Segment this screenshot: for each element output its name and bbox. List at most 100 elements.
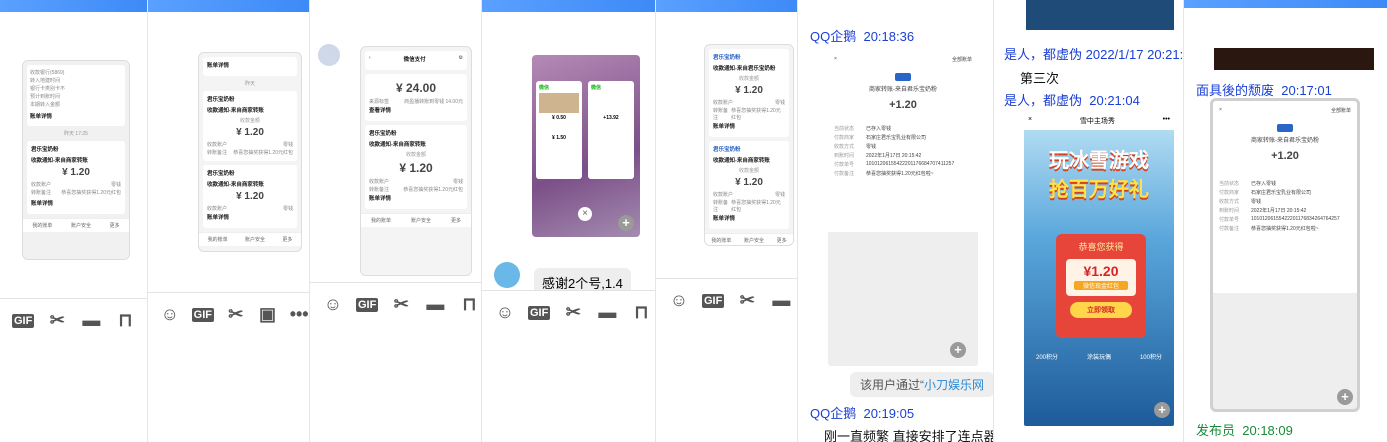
system-notice: 该用户通过“小刀娱乐网 xyxy=(850,372,993,397)
app-card-b[interactable]: 微信 +13.92 xyxy=(588,81,634,179)
nav-account-security[interactable]: 账户安全 xyxy=(245,236,265,243)
nav-my-bills[interactable]: 我的账单 xyxy=(711,237,731,244)
nav-account-security[interactable]: 账户安全 xyxy=(411,217,431,224)
app-header: ‹ 微信支付 ⚙ xyxy=(365,51,467,70)
nav-account-security[interactable]: 账户安全 xyxy=(71,222,91,229)
zoom-icon[interactable]: + xyxy=(618,215,634,231)
bill-screenshot[interactable]: 收款银行(5869) 转入地建时间 银行卡类别卡不 预计到账时间 本期转入金额 … xyxy=(22,60,130,260)
bill-detail-link[interactable]: 账单详情 xyxy=(713,214,785,222)
bill-detail-screenshot[interactable]: × 全部账单 商家转账-来自君乐宝奶粉 +1.20 当前状态 已存入零钱 付款商家 石… xyxy=(1210,98,1360,412)
close-icon[interactable]: × xyxy=(1028,116,1032,126)
reward-tile[interactable]: 涂装玩偶 xyxy=(1087,352,1111,361)
folder-icon[interactable]: ▬ xyxy=(770,290,792,311)
brand-logo xyxy=(1277,124,1293,132)
chat-message: 刚一直频繁 直接安排了连点器 xyxy=(824,429,994,442)
sender-name[interactable]: 发布员 xyxy=(1196,423,1235,438)
app-switcher-screenshot[interactable]: 微信 ¥ 0.50 ¥ 1.50 微信 +13.92 × + xyxy=(532,55,640,237)
scissors-icon[interactable]: ✂ xyxy=(562,302,584,323)
bill-detail-link[interactable]: 账单详情 xyxy=(31,199,121,207)
row-label: 来源标签 xyxy=(369,99,390,105)
emoji-icon[interactable]: ☺ xyxy=(494,302,516,323)
nav-my-bills[interactable]: 我的账单 xyxy=(208,236,228,243)
scissors-icon[interactable]: ✂ xyxy=(390,294,412,315)
payment-notice-card[interactable]: 君乐宝奶粉 收款通知-来自商家转账 ¥ 1.20 收款账户 零钱 账单详情 xyxy=(203,165,297,228)
folder-icon[interactable]: ▬ xyxy=(80,310,102,331)
bill-detail-link[interactable]: 账单详情 xyxy=(369,194,463,202)
game-screenshot[interactable]: × 雪中主场秀 ••• 玩冰雪游戏 抢百万好礼 恭喜您获得 ¥1.20 微信现金… xyxy=(1024,112,1174,426)
reward-tile[interactable]: 100积分 xyxy=(1140,352,1162,361)
gif-icon[interactable]: GIF xyxy=(356,297,379,312)
wechat-pay-screenshot[interactable]: ‹ 微信支付 ⚙ ¥ 24.00 来源标签 商盈播转账到零钱 14.00元 查看详… xyxy=(360,46,472,276)
close-icon[interactable]: × xyxy=(1219,107,1222,114)
sender-name[interactable]: 是人，都虚伪 xyxy=(1004,47,1082,62)
brand-name: 君乐宝奶粉 xyxy=(31,147,59,153)
bill-screenshot[interactable]: 账单详情 昨天 君乐宝奶粉 收款通知-来自商家转账 收款金额 ¥ 1.20 收款… xyxy=(198,52,302,252)
row-label: 到账时间 xyxy=(1219,208,1240,214)
tool-icon[interactable]: ⊓ xyxy=(114,310,136,331)
gif-icon[interactable]: GIF xyxy=(528,305,551,320)
reward-tile[interactable]: 200积分 xyxy=(1036,352,1058,361)
timestamp: 2022/1/17 20:21:0 xyxy=(1085,47,1184,62)
brand-name: 君乐宝奶粉 xyxy=(369,131,397,137)
zoom-icon[interactable]: + xyxy=(1337,389,1353,405)
claim-button[interactable]: 立即领取 xyxy=(1070,302,1132,318)
tool-icon[interactable]: ⊓ xyxy=(458,294,480,315)
window-title-bar xyxy=(148,0,309,12)
bill-detail-link[interactable]: 账单详情 xyxy=(30,112,122,120)
emoji-icon[interactable]: ☺ xyxy=(160,304,180,325)
sender-name[interactable]: 是人，都虚伪 xyxy=(1004,93,1082,108)
scissors-icon[interactable]: ✂ xyxy=(226,304,246,325)
emoji-icon[interactable]: ☺ xyxy=(668,290,690,311)
folder-icon[interactable]: ▬ xyxy=(596,302,618,323)
close-icon[interactable]: × xyxy=(578,207,592,221)
previous-image[interactable] xyxy=(1214,48,1374,70)
all-bills-link[interactable]: 全部账单 xyxy=(1331,107,1351,114)
transfer-card[interactable]: ¥ 24.00 来源标签 商盈播转账到零钱 14.00元 查看详情 xyxy=(365,74,467,121)
payment-notice-card[interactable]: 君乐宝奶粉 收款通知-来自商家转账 收款金额 ¥ 1.20 收款账户 零钱 转账备… xyxy=(203,91,297,161)
view-detail-link[interactable]: 查看详情 xyxy=(369,106,463,114)
nav-more[interactable]: 更多 xyxy=(282,236,292,243)
scissors-icon[interactable]: ✂ xyxy=(736,290,758,311)
sender-name[interactable]: QQ企鹅 xyxy=(810,406,856,421)
app-name: 微信 xyxy=(591,85,602,91)
scissors-icon[interactable]: ✂ xyxy=(46,310,68,331)
payment-notice-card[interactable]: 君乐宝奶粉 收款通知-来自商家转账 ¥ 1.20 收款账户 零钱 转账备注 恭喜您抽… xyxy=(27,141,125,214)
row-label: 收款账户 xyxy=(207,206,228,212)
bill-detail-link[interactable]: 账单详情 xyxy=(207,213,293,221)
previous-image[interactable] xyxy=(1026,0,1174,30)
back-icon[interactable]: ‹ xyxy=(369,55,371,66)
notice-link[interactable]: 小刀娱乐网 xyxy=(924,378,984,392)
all-bills-link[interactable]: 全部账单 xyxy=(952,56,972,63)
bill-detail-screenshot[interactable]: × 全部账单 商家转账-来自君乐宝奶粉 +1.20 当前状态 已存入零钱 付款商家 石… xyxy=(828,50,978,366)
tool-icon[interactable]: ⊓ xyxy=(630,302,652,323)
more-icon[interactable]: ••• xyxy=(289,304,309,325)
nav-more[interactable]: 更多 xyxy=(451,217,461,224)
app-card-a[interactable]: 微信 ¥ 0.50 ¥ 1.50 xyxy=(536,81,582,179)
payment-notice-card[interactable]: 君乐宝奶粉 收款通知-来自君乐宝奶粉 收款金额 ¥ 1.20 收款账户 零钱 转账… xyxy=(709,49,789,137)
bill-screenshot[interactable]: 君乐宝奶粉 收款通知-来自君乐宝奶粉 收款金额 ¥ 1.20 收款账户 零钱 转账… xyxy=(704,44,794,246)
image-icon[interactable]: ▣ xyxy=(258,304,278,325)
close-icon[interactable]: × xyxy=(834,56,837,63)
gif-icon[interactable]: GIF xyxy=(191,307,214,322)
more-icon[interactable]: ••• xyxy=(1163,116,1170,126)
sender-name[interactable]: 面具後的颓废 xyxy=(1196,83,1274,98)
brand-name: 君乐宝奶粉 xyxy=(713,147,741,153)
zoom-icon[interactable]: + xyxy=(950,342,966,358)
sender-name[interactable]: QQ企鹅 xyxy=(810,29,856,44)
emoji-icon[interactable]: ☺ xyxy=(322,294,344,315)
bill-detail-link[interactable]: 账单详情 xyxy=(713,122,785,130)
payment-notice-card[interactable]: 君乐宝奶粉 收款通知-来自商家转账 收款金额 ¥ 1.20 收款账户 零钱 转账备… xyxy=(709,141,789,229)
gif-icon[interactable]: GIF xyxy=(702,293,725,308)
folder-icon[interactable]: ▬ xyxy=(424,294,446,315)
gear-icon[interactable]: ⚙ xyxy=(459,55,463,66)
zoom-icon[interactable]: + xyxy=(1154,402,1170,418)
nav-more[interactable]: 更多 xyxy=(110,222,120,229)
nav-more[interactable]: 更多 xyxy=(777,237,787,244)
nav-my-bills[interactable]: 我的账单 xyxy=(32,222,52,229)
payment-notice-card[interactable]: 君乐宝奶粉 收款通知-来自商家转账 收款金额 ¥ 1.20 收款账户 零钱 转账备… xyxy=(365,125,467,209)
nav-my-bills[interactable]: 我的账单 xyxy=(371,217,391,224)
gif-icon[interactable]: GIF xyxy=(12,313,35,328)
nav-account-security[interactable]: 账户安全 xyxy=(744,237,764,244)
notice-title: 收款通知-来自商家转账 xyxy=(207,108,264,114)
row-label: 当前状态 xyxy=(1219,181,1240,187)
